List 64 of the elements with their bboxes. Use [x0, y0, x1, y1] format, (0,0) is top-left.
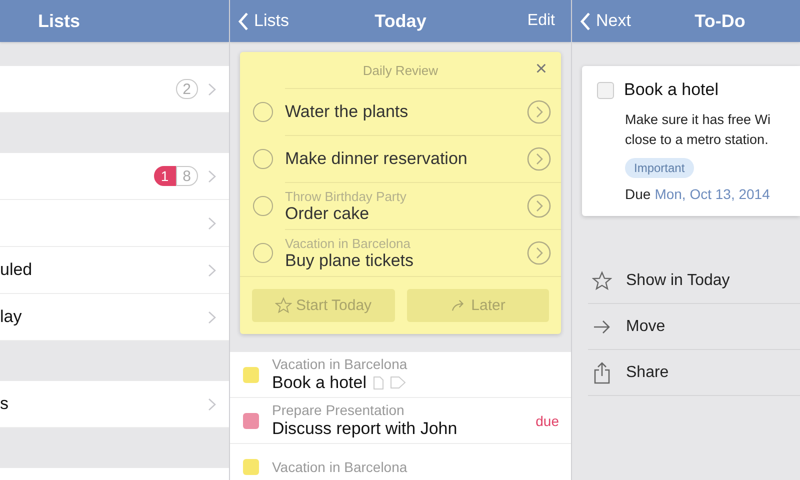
task-checkbox[interactable]: [253, 102, 273, 122]
circled-chevron-icon[interactable]: [527, 100, 551, 124]
task-title: Buy plane tickets: [285, 250, 415, 270]
project-name: Throw Birthday Party: [285, 188, 408, 204]
task-row[interactable]: Vacation in Barcelona: [230, 444, 571, 480]
project-name: Vacation in Barcelona: [272, 458, 408, 474]
project-name: Vacation in Barcelona: [272, 356, 408, 372]
due-label: Due: [625, 186, 651, 202]
task-checkbox[interactable]: [253, 196, 273, 216]
task-row[interactable]: Prepare Presentation Discuss report with John due: [230, 398, 571, 444]
close-button[interactable]: ×: [535, 59, 547, 79]
action-item[interactable]: Show in Today: [588, 258, 800, 304]
task-checkbox[interactable]: [597, 82, 614, 98]
list-name: lay: [0, 307, 22, 327]
count-badge: 8: [176, 166, 198, 186]
task-title: Water the plants: [285, 102, 410, 122]
task-title: Order cake: [285, 204, 370, 224]
chevron-icon: [208, 170, 216, 182]
back-chevron-icon: [238, 12, 249, 30]
chevron-icon: [208, 82, 216, 96]
list-row[interactable]: s: [0, 381, 229, 428]
nav-title: To-Do: [694, 10, 746, 32]
task-checkbox[interactable]: [253, 242, 273, 262]
project-name: Prepare Presentation: [272, 402, 406, 418]
task-note: close to a metro station.: [625, 131, 770, 149]
chevron-icon: [208, 216, 216, 230]
list-row[interactable]: 2: [0, 66, 229, 113]
task-title: Book a hotel: [624, 80, 719, 100]
task-checkbox[interactable]: [253, 148, 273, 168]
count-badge: 2: [176, 79, 198, 99]
chevron-icon: [208, 398, 216, 410]
card-title: Daily Review: [362, 62, 438, 78]
list-row[interactable]: uled: [0, 247, 229, 294]
nav-title: Today: [374, 10, 426, 32]
back-chevron-icon: [580, 12, 591, 30]
due-label: due: [536, 412, 559, 428]
due-date[interactable]: Mon, Oct 13, 2014: [654, 186, 770, 202]
circled-chevron-icon[interactable]: [527, 241, 551, 265]
star-icon: [274, 297, 292, 314]
task-title: Book a hotel: [272, 372, 367, 393]
back-button[interactable]: Lists: [230, 10, 295, 32]
list-name: uled: [0, 260, 32, 280]
edit-button[interactable]: Edit: [521, 11, 561, 31]
action-item[interactable]: Move: [588, 304, 800, 350]
nav-title: Lists: [38, 10, 80, 32]
share-icon: [592, 360, 612, 384]
task-title: Discuss report with John: [272, 418, 458, 439]
chevron-icon: [208, 310, 216, 324]
star-icon: [592, 270, 612, 290]
circled-chevron-icon[interactable]: [527, 147, 551, 171]
action-item[interactable]: Share: [588, 350, 800, 396]
list-row[interactable]: lay: [0, 294, 229, 341]
task-row[interactable]: Vacation in Barcelona Book a hotel: [230, 352, 571, 398]
chevron-icon: [208, 264, 216, 276]
list-name: s: [0, 394, 8, 414]
task-title: Make dinner reservation: [285, 149, 468, 169]
due-count-badge: 1: [154, 166, 176, 186]
project-name: Vacation in Barcelona: [285, 236, 412, 250]
back-button[interactable]: Next: [572, 10, 637, 32]
list-row[interactable]: [0, 200, 229, 247]
tag-chip[interactable]: Important: [625, 158, 694, 178]
task-note: Make sure it has free Wi: [625, 111, 772, 129]
circled-chevron-icon[interactable]: [527, 194, 551, 218]
list-row[interactable]: 1 8: [0, 153, 229, 200]
